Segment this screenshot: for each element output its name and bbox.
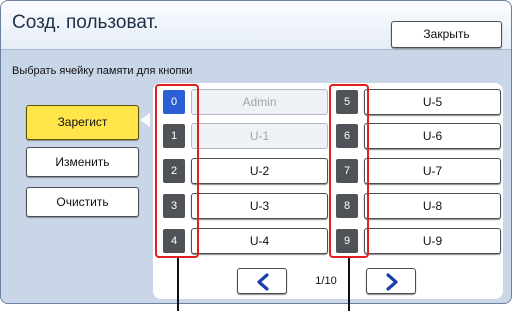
memory-slot-grid bbox=[153, 83, 503, 299]
slot-name: U-2 bbox=[191, 158, 328, 184]
next-page-button[interactable] bbox=[366, 268, 416, 294]
page-indicator: 1/10 bbox=[315, 275, 337, 287]
instruction-text: Выбрать ячейку памяти для кнопки bbox=[12, 65, 193, 77]
number-column-highlight-left bbox=[155, 84, 199, 258]
header-bar: Созд. пользоват. Закрыть bbox=[1, 1, 511, 50]
slot-name: U-7 bbox=[364, 158, 501, 184]
chevron-right-icon bbox=[386, 273, 398, 291]
clear-button[interactable]: Очистить bbox=[26, 187, 139, 217]
callout-line-left bbox=[177, 258, 179, 311]
slot-name: U-5 bbox=[364, 89, 501, 115]
prev-page-button[interactable] bbox=[237, 268, 287, 294]
slot-name: U-6 bbox=[364, 123, 501, 149]
close-button[interactable]: Закрыть bbox=[391, 21, 502, 48]
active-mode-pointer bbox=[140, 113, 150, 127]
slot-name: U-9 bbox=[364, 228, 501, 254]
page-title: Созд. пользоват. bbox=[12, 12, 159, 33]
callout-line-right bbox=[348, 258, 350, 311]
register-button[interactable]: Зарегист bbox=[26, 105, 139, 140]
user-creation-panel: Созд. пользоват. Закрыть Выбрать ячейку … bbox=[0, 0, 512, 304]
slot-name: U-1 bbox=[191, 123, 328, 149]
slot-name: U-4 bbox=[191, 228, 328, 254]
edit-button[interactable]: Изменить bbox=[26, 147, 139, 177]
slot-name: U-8 bbox=[364, 193, 501, 219]
chevron-left-icon bbox=[257, 273, 269, 291]
number-column-highlight-right bbox=[329, 84, 369, 258]
slot-name: U-3 bbox=[191, 193, 328, 219]
slot-name: Admin bbox=[191, 89, 328, 115]
